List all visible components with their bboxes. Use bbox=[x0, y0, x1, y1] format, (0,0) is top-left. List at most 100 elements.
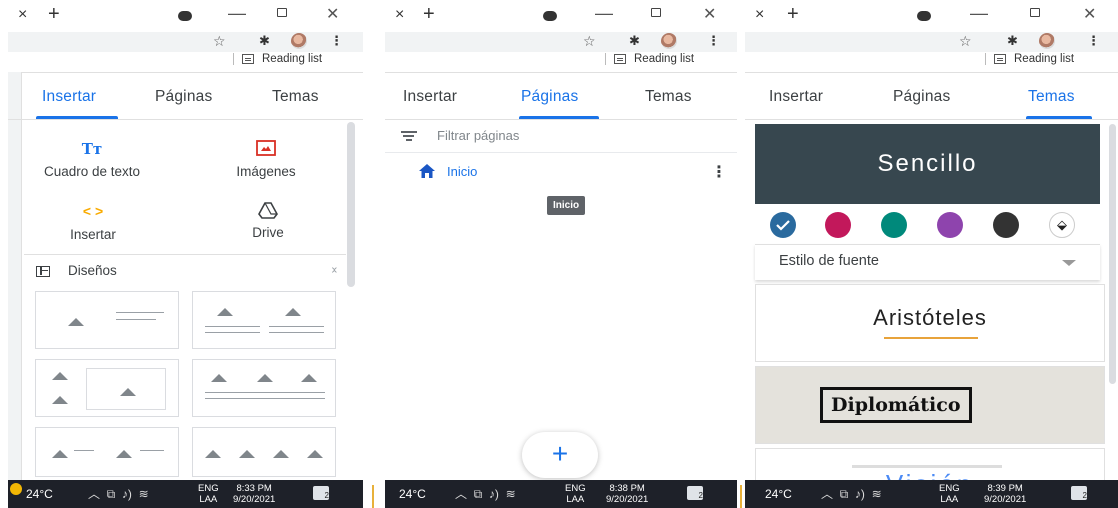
screenshot-paginas: × + — ✕ ☆ ✱ ⋮ Reading list Insertar Pági… bbox=[385, 0, 737, 508]
color-swatch[interactable] bbox=[937, 212, 963, 238]
close-tab-button[interactable]: × bbox=[755, 6, 764, 24]
address-bar[interactable]: ☆ ✱ ⋮ bbox=[8, 32, 363, 52]
text-box-tool[interactable]: Tт Cuadro de texto bbox=[32, 140, 152, 179]
image-placeholder-icon bbox=[285, 306, 301, 316]
tab-temas[interactable]: Temas bbox=[272, 88, 319, 106]
reading-list-icon bbox=[614, 54, 626, 64]
page-options-icon[interactable]: ⋮ bbox=[711, 162, 727, 182]
tab-paginas[interactable]: Páginas bbox=[521, 88, 578, 106]
maximize-button[interactable] bbox=[277, 8, 287, 17]
color-swatch[interactable] bbox=[993, 212, 1019, 238]
taskbar-clock[interactable]: 8:33 PM 9/20/2021 bbox=[233, 483, 275, 505]
filter-pages-input[interactable]: Filtrar páginas bbox=[437, 128, 519, 143]
theme-sencillo-header[interactable]: Sencillo bbox=[755, 124, 1100, 204]
tab-temas[interactable]: Temas bbox=[645, 88, 692, 106]
theme-diplomatico[interactable]: Diplomático bbox=[755, 366, 1105, 444]
language-indicator[interactable]: ENG LAA bbox=[565, 483, 586, 505]
profile-avatar[interactable] bbox=[291, 33, 307, 49]
filter-icon[interactable] bbox=[401, 131, 417, 141]
notification-icon[interactable]: 2 bbox=[1071, 486, 1087, 500]
reading-list-button[interactable]: Reading list bbox=[985, 53, 1074, 71]
extensions-icon[interactable]: ✱ bbox=[1007, 33, 1018, 49]
layout-option[interactable] bbox=[192, 359, 336, 417]
taskbar-clock[interactable]: 8:38 PM 9/20/2021 bbox=[606, 483, 648, 505]
reading-list-label: Reading list bbox=[262, 53, 323, 66]
tab-temas[interactable]: Temas bbox=[1028, 88, 1075, 106]
layout-option[interactable] bbox=[192, 427, 336, 477]
temperature[interactable]: 24°C bbox=[765, 487, 792, 501]
layouts-section-header[interactable]: Diseños ⌄ ⌃ bbox=[36, 262, 341, 283]
new-tab-button[interactable]: + bbox=[48, 3, 60, 26]
minimize-button[interactable]: — bbox=[970, 3, 988, 24]
close-window-button[interactable]: ✕ bbox=[703, 4, 716, 24]
profile-avatar[interactable] bbox=[661, 33, 677, 49]
custom-color-icon[interactable]: ⬙ bbox=[1049, 212, 1075, 238]
tab-insertar[interactable]: Insertar bbox=[42, 88, 96, 106]
address-bar[interactable]: ☆ ✱ ⋮ bbox=[745, 32, 1118, 52]
bookmark-star-icon[interactable]: ☆ bbox=[213, 33, 226, 50]
color-swatch[interactable] bbox=[825, 212, 851, 238]
image-placeholder-icon bbox=[52, 394, 68, 404]
temperature[interactable]: 24°C bbox=[399, 487, 426, 501]
extensions-icon[interactable]: ✱ bbox=[259, 33, 270, 49]
layout-option[interactable] bbox=[35, 427, 179, 477]
color-swatch[interactable] bbox=[881, 212, 907, 238]
close-tab-button[interactable]: × bbox=[395, 6, 404, 24]
notification-icon[interactable]: 2 bbox=[313, 486, 329, 500]
images-tool[interactable]: Imágenes bbox=[208, 140, 324, 179]
color-swatch-selected[interactable] bbox=[770, 212, 796, 238]
drive-icon bbox=[223, 201, 313, 219]
tab-search-icon[interactable] bbox=[178, 11, 192, 21]
font-style-dropdown[interactable]: Estilo de fuente bbox=[755, 244, 1100, 280]
maximize-button[interactable] bbox=[651, 8, 661, 17]
add-page-button[interactable]: + bbox=[522, 432, 598, 478]
page-item-inicio[interactable]: Inicio bbox=[419, 164, 477, 181]
minimize-button[interactable]: — bbox=[595, 3, 613, 24]
browser-menu-icon[interactable]: ⋮ bbox=[707, 33, 720, 49]
weather-icon[interactable] bbox=[10, 483, 22, 495]
image-placeholder-icon bbox=[257, 372, 273, 382]
sidebar-scrollbar[interactable] bbox=[347, 122, 355, 287]
tab-insertar[interactable]: Insertar bbox=[403, 88, 457, 106]
minimize-button[interactable]: — bbox=[228, 3, 246, 24]
taskbar-clock[interactable]: 8:39 PM 9/20/2021 bbox=[984, 483, 1026, 505]
reading-list-button[interactable]: Reading list bbox=[605, 53, 694, 71]
close-window-button[interactable]: ✕ bbox=[1083, 4, 1096, 24]
language-indicator[interactable]: ENG LAA bbox=[939, 483, 960, 505]
browser-menu-icon[interactable]: ⋮ bbox=[330, 33, 343, 49]
tab-paginas[interactable]: Páginas bbox=[893, 88, 950, 106]
reading-list-button[interactable]: Reading list bbox=[233, 53, 322, 71]
browser-menu-icon[interactable]: ⋮ bbox=[1087, 33, 1100, 49]
notification-icon[interactable]: 2 bbox=[687, 486, 703, 500]
bookmark-star-icon[interactable]: ☆ bbox=[583, 33, 596, 50]
close-window-button[interactable]: ✕ bbox=[326, 4, 339, 24]
bookmark-star-icon[interactable]: ☆ bbox=[959, 33, 972, 50]
new-tab-button[interactable]: + bbox=[423, 3, 435, 26]
temperature[interactable]: 24°C bbox=[26, 487, 53, 501]
layout-option[interactable] bbox=[35, 359, 179, 417]
embed-code-icon: < > bbox=[82, 203, 104, 219]
extensions-icon[interactable]: ✱ bbox=[629, 33, 640, 49]
tab-search-icon[interactable] bbox=[917, 11, 931, 21]
tab-insertar[interactable]: Insertar bbox=[769, 88, 823, 106]
collapse-icon[interactable]: ⌄ ⌃ bbox=[330, 262, 339, 281]
tray-icons[interactable]: ︿ ⧉ ♪) ≋ bbox=[88, 485, 149, 502]
sidebar-scrollbar[interactable] bbox=[1109, 124, 1116, 384]
drive-tool[interactable]: Drive bbox=[223, 201, 313, 240]
layout-option[interactable] bbox=[192, 291, 336, 349]
text-box-label: Cuadro de texto bbox=[43, 164, 141, 179]
maximize-button[interactable] bbox=[1030, 8, 1040, 17]
tray-icons[interactable]: ︿ ⧉ ♪) ≋ bbox=[821, 485, 882, 502]
profile-avatar[interactable] bbox=[1039, 33, 1055, 49]
embed-tool[interactable]: < > Insertar bbox=[48, 203, 138, 242]
tray-icons[interactable]: ︿ ⧉ ♪) ≋ bbox=[455, 485, 516, 502]
address-bar[interactable]: ☆ ✱ ⋮ bbox=[385, 32, 737, 52]
new-tab-button[interactable]: + bbox=[787, 3, 799, 26]
tab-paginas[interactable]: Páginas bbox=[155, 88, 212, 106]
theme-aristoteles[interactable]: Aristóteles bbox=[755, 284, 1105, 362]
tab-search-icon[interactable] bbox=[543, 11, 557, 21]
close-tab-button[interactable]: × bbox=[18, 6, 27, 24]
language-indicator[interactable]: ENG LAA bbox=[198, 483, 219, 505]
image-placeholder-icon bbox=[52, 448, 68, 458]
layout-option[interactable] bbox=[35, 291, 179, 349]
